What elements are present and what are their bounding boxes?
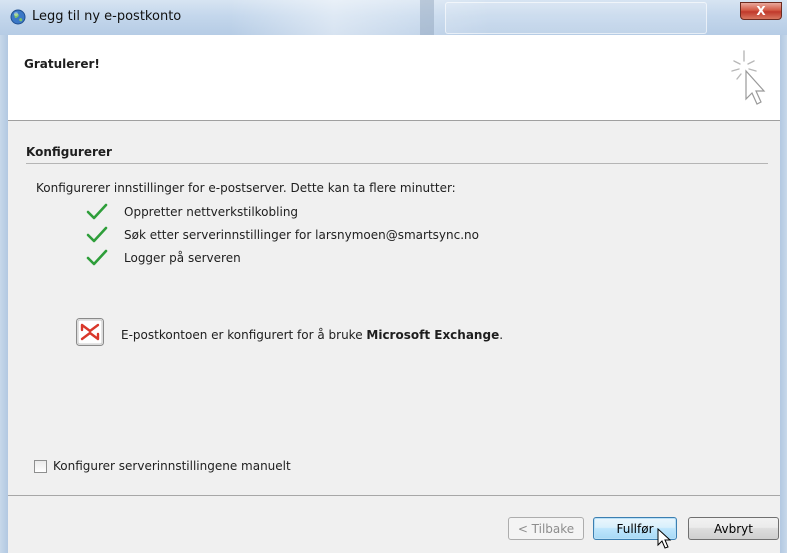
intro-text: Konfigurerer innstillinger for e-postser…: [36, 181, 456, 195]
cancel-button[interactable]: Avbryt: [688, 517, 779, 540]
back-button[interactable]: < Tilbake: [508, 517, 584, 540]
close-icon: X: [756, 4, 766, 18]
title-bar: Legg til ny e-postkonto X: [0, 0, 787, 36]
window-frame-right: [780, 35, 787, 553]
step-server-search: Søk etter serverinnstillinger for larsny…: [86, 226, 479, 244]
check-icon: [86, 203, 108, 220]
mouse-cursor-icon: [657, 528, 672, 549]
check-icon: [86, 249, 108, 266]
window-title: Legg til ny e-postkonto: [32, 9, 182, 24]
result-product: Microsoft Exchange: [366, 328, 500, 342]
titlebar-glass: [445, 2, 707, 34]
manual-config-checkbox[interactable]: [34, 459, 47, 473]
section-divider: [26, 163, 768, 164]
window-frame-left: [0, 35, 8, 553]
step-label: Søk etter serverinnstillinger for larsny…: [124, 228, 479, 242]
wizard-sparkle-cursor-icon: [731, 50, 766, 105]
close-button[interactable]: X: [740, 2, 782, 20]
check-icon: [86, 226, 108, 243]
configured-result: E-postkontoen er konfigurert for å bruke…: [121, 328, 503, 342]
section-title: Konfigurerer: [26, 145, 112, 159]
manual-config-label: Konfigurer serverinnstillingene manuelt: [53, 459, 291, 473]
globe-icon: [10, 9, 26, 25]
wizard-content: [8, 121, 780, 495]
step-label: Logger på serveren: [124, 251, 241, 265]
step-label: Oppretter nettverkstilkobling: [124, 205, 299, 219]
result-suffix: .: [499, 328, 504, 342]
page-title: Gratulerer!: [24, 57, 100, 71]
step-logon: Logger på serveren: [86, 249, 241, 267]
manual-config-option[interactable]: Konfigurer serverinnstillingene manuelt: [34, 459, 291, 473]
exchange-icon: [76, 318, 104, 346]
step-network-connection: Oppretter nettverkstilkobling: [86, 203, 298, 221]
wizard-header: Gratulerer!: [8, 35, 780, 121]
result-prefix: E-postkontoen er konfigurert for å bruke: [121, 328, 367, 342]
titlebar-glass: [420, 0, 434, 35]
